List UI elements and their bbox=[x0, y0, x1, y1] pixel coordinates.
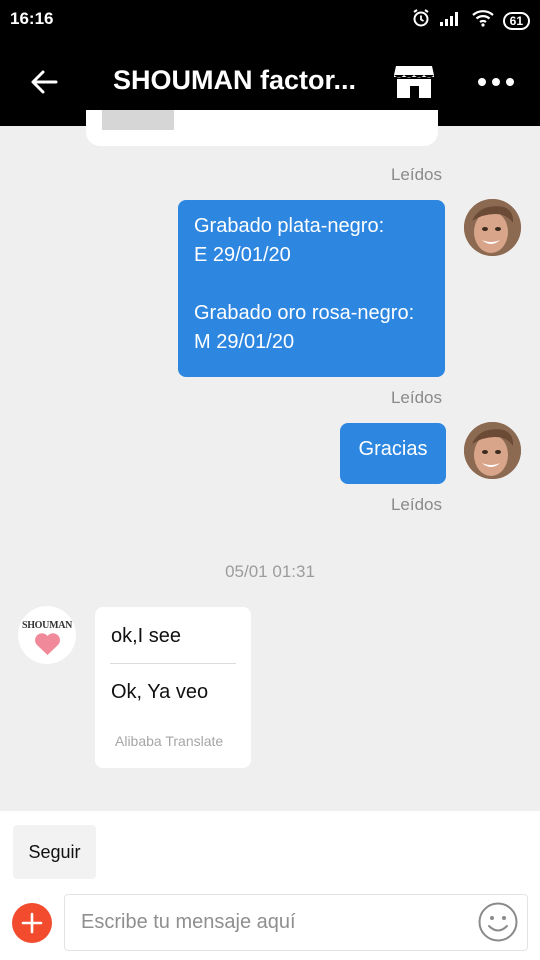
status-bar: 16:16 61 bbox=[0, 0, 540, 38]
composer-panel: Seguir bbox=[0, 811, 540, 960]
original-message-text: ok,I see bbox=[111, 625, 182, 647]
message-text: Gracias bbox=[358, 438, 428, 460]
read-status: Leídos bbox=[390, 495, 442, 514]
message-line: Grabado oro rosa-negro: bbox=[194, 302, 415, 324]
read-status: Leídos bbox=[390, 165, 442, 184]
heart-icon bbox=[35, 633, 60, 655]
add-attachment-button[interactable] bbox=[12, 903, 52, 943]
status-icons: 61 bbox=[411, 8, 530, 33]
plus-icon bbox=[21, 912, 43, 934]
outgoing-message-bubble[interactable]: Grabado plata-negro: E 29/01/20 Grabado … bbox=[178, 200, 445, 377]
message-timestamp: 05/01 01:31 bbox=[225, 562, 315, 581]
user-avatar[interactable] bbox=[464, 422, 521, 479]
message-line: Grabado plata-negro: bbox=[194, 215, 385, 237]
shop-avatar[interactable]: SHOUMAN bbox=[18, 606, 76, 664]
message-line: M 29/01/20 bbox=[194, 331, 295, 353]
user-photo-icon bbox=[464, 422, 521, 479]
image-thumbnail[interactable] bbox=[102, 110, 174, 130]
back-button[interactable] bbox=[24, 62, 64, 102]
outgoing-message-bubble[interactable]: Gracias bbox=[340, 423, 446, 484]
translation-credit: Alibaba Translate bbox=[115, 733, 224, 749]
previous-message-bubble bbox=[86, 110, 438, 146]
more-dots-icon bbox=[478, 78, 486, 86]
message-line: E 29/01/20 bbox=[194, 244, 291, 266]
user-avatar[interactable] bbox=[464, 199, 521, 256]
incoming-message-bubble[interactable]: ok,I see Ok, Ya veo Alibaba Translate bbox=[95, 607, 251, 768]
translation-divider bbox=[110, 663, 236, 664]
alarm-icon bbox=[411, 8, 431, 33]
chat-title: SHOUMAN factor... bbox=[113, 65, 357, 95]
wifi-icon bbox=[471, 9, 495, 32]
emoji-button[interactable] bbox=[477, 901, 519, 943]
status-time: 16:16 bbox=[10, 9, 54, 28]
store-icon bbox=[394, 66, 434, 98]
translated-message-text: Ok, Ya veo bbox=[111, 681, 209, 703]
arrow-left-icon bbox=[31, 70, 58, 94]
more-options-button[interactable] bbox=[474, 64, 518, 100]
signal-icon bbox=[439, 9, 463, 32]
store-button[interactable] bbox=[393, 64, 435, 100]
shop-logo: SHOUMAN bbox=[21, 620, 73, 631]
battery-indicator: 61 bbox=[502, 11, 530, 30]
message-input[interactable] bbox=[64, 894, 528, 951]
smiley-icon bbox=[478, 902, 518, 942]
user-photo-icon bbox=[464, 199, 521, 256]
follow-button[interactable]: Seguir bbox=[13, 825, 96, 879]
read-status: Leídos bbox=[390, 388, 442, 407]
